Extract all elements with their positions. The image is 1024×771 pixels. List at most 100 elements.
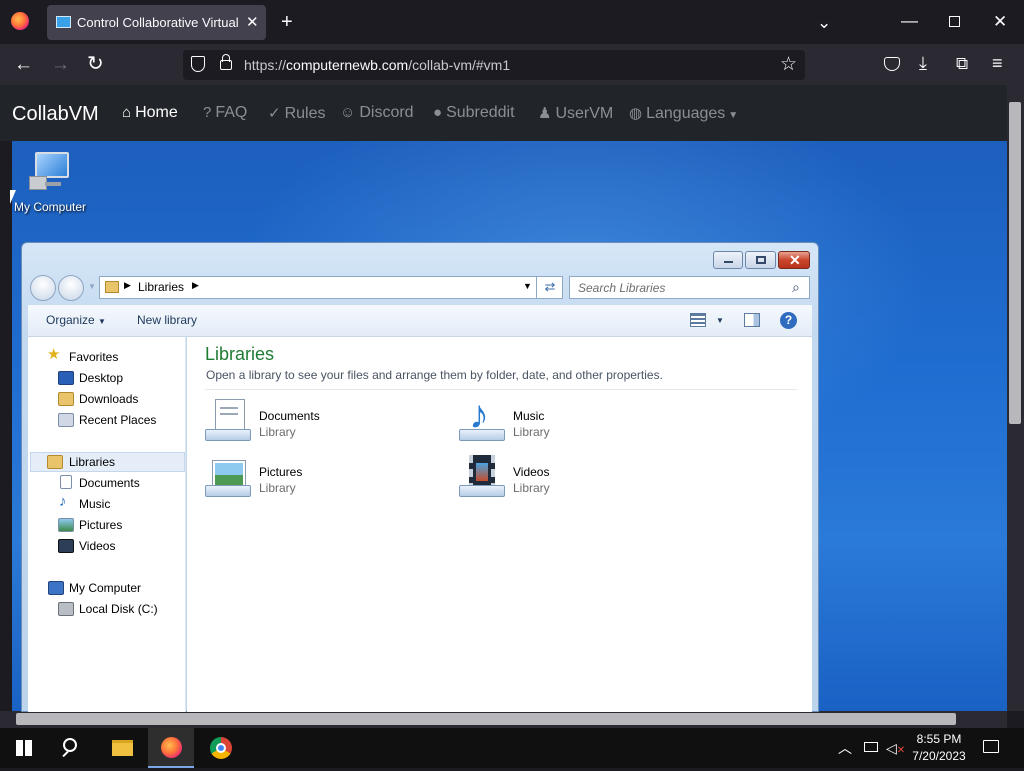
address-dropdown-icon[interactable]: ▼ (523, 281, 532, 291)
explorer-maximize-button[interactable] (745, 251, 776, 269)
recent-places-icon (58, 413, 74, 427)
documents-icon (60, 475, 72, 489)
network-icon[interactable] (862, 728, 880, 768)
browser-tab[interactable]: Control Collaborative Virtual M ✕ (47, 5, 266, 40)
explorer-minimize-button[interactable] (713, 251, 743, 269)
clock[interactable]: 8:55 PM 7/20/2023 (906, 728, 972, 768)
new-tab-icon[interactable]: + (281, 12, 293, 32)
change-view-icon[interactable] (690, 313, 706, 327)
nav-discord[interactable]: ☺ Discord (340, 104, 414, 122)
dropdown-caret-icon: ▼ (728, 110, 739, 121)
preview-pane-icon[interactable] (744, 313, 760, 327)
library-documents[interactable]: Documents Library (203, 397, 433, 447)
library-name: Videos (513, 465, 550, 479)
tracking-protection-icon[interactable] (191, 56, 205, 72)
globe-icon: ◍ (629, 105, 643, 122)
menu-icon[interactable]: ≡ (992, 54, 1003, 72)
chrome-center (216, 743, 226, 753)
horizontal-scroll-thumb[interactable] (16, 713, 956, 725)
music-note-icon: ♪ (59, 493, 67, 510)
start-button[interactable] (0, 728, 48, 768)
help-icon[interactable]: ? (780, 312, 797, 329)
library-music[interactable]: ♪ Music Library (457, 395, 687, 447)
nav-uservm[interactable]: ♟ UserVM (538, 104, 613, 123)
clipboard-icon: ✓ (268, 105, 281, 122)
organize-caret-icon: ▼ (98, 317, 106, 326)
tab-close-icon[interactable]: ✕ (246, 13, 259, 31)
nav-home[interactable]: ⌂ Home (122, 104, 178, 122)
library-pictures[interactable]: Pictures Library (203, 453, 433, 503)
url-text[interactable]: https://computernewb.com/collab-vm/#vm1 (244, 57, 510, 73)
library-videos[interactable]: Videos Library (457, 453, 687, 503)
content-divider (205, 389, 797, 390)
breadcrumb-libraries[interactable]: Libraries (138, 280, 184, 294)
desktop-icon-label[interactable]: My Computer (14, 200, 86, 214)
view-caret-icon[interactable]: ▼ (716, 316, 724, 325)
tab-list-chevron-icon[interactable]: ⌄ (817, 14, 831, 31)
collabvm-brand[interactable]: CollabVM (12, 103, 99, 126)
nav-subreddit-label: Subreddit (446, 104, 515, 121)
url-domain: computernewb.com (286, 57, 409, 73)
close-window-icon[interactable]: ✕ (993, 13, 1007, 30)
nav-subreddit[interactable]: ● Subreddit (433, 104, 515, 122)
extensions-icon[interactable]: ⧉ (956, 55, 968, 72)
volume-muted-icon[interactable]: ◁✕ (886, 728, 906, 768)
nav-pictures[interactable]: Pictures (79, 518, 122, 532)
back-nav-button[interactable] (30, 275, 56, 301)
nav-my-computer[interactable]: My Computer (69, 581, 141, 595)
close-icon: ✕ (789, 252, 801, 268)
minimize-window-icon[interactable]: — (901, 12, 918, 29)
bookmark-star-icon[interactable]: ☆ (780, 55, 797, 74)
firefox-taskbar-button[interactable] (148, 728, 194, 768)
library-content-pane: Libraries Open a library to see your fil… (187, 337, 812, 712)
nav-favorites[interactable]: Favorites (69, 350, 118, 364)
forward-nav-button[interactable] (58, 275, 84, 301)
reload-icon[interactable]: ↻ (87, 54, 104, 74)
search-input[interactable]: Search Libraries ⌕ (569, 276, 810, 299)
restore-window-icon[interactable] (949, 16, 960, 27)
search-taskbar-button[interactable] (50, 728, 94, 768)
show-hidden-icons-button[interactable]: ︿ (838, 728, 856, 768)
file-explorer-taskbar-button[interactable] (100, 728, 144, 768)
nav-downloads[interactable]: Downloads (79, 392, 138, 406)
clock-date: 7/20/2023 (912, 749, 966, 763)
refresh-icon[interactable]: ⇄ (536, 276, 563, 299)
my-computer-icon[interactable] (29, 152, 73, 192)
firefox-icon (161, 737, 182, 758)
tab-title: Control Collaborative Virtual M (77, 15, 241, 30)
nav-languages[interactable]: ◍ Languages ▼ (629, 104, 738, 123)
downloads-folder-icon (58, 392, 74, 406)
user-icon: ♟ (538, 105, 552, 122)
firefox-icon[interactable] (11, 12, 29, 30)
nav-rules[interactable]: ✓ Rules (268, 104, 325, 123)
nav-videos[interactable]: Videos (79, 539, 115, 553)
nav-recent-places[interactable]: Recent Places (79, 413, 156, 427)
nav-local-disk[interactable]: Local Disk (C:) (79, 602, 158, 616)
address-breadcrumb[interactable]: ▶ Libraries ▶ ▼ ⇄ (99, 276, 563, 299)
forward-icon[interactable]: → (51, 55, 70, 74)
mouse-cursor (10, 190, 16, 204)
clock-time: 8:55 PM (916, 732, 962, 746)
explorer-close-button[interactable]: ✕ (778, 251, 810, 269)
nav-desktop[interactable]: Desktop (79, 371, 123, 385)
notifications-button[interactable] (980, 728, 1004, 768)
new-library-button[interactable]: New library (137, 313, 197, 327)
chrome-taskbar-button[interactable] (198, 728, 244, 768)
music-library-icon: ♪ (459, 395, 505, 443)
page-scroll-thumb[interactable] (1009, 102, 1021, 424)
recent-pages-chevron-icon[interactable]: ▼ (88, 282, 96, 291)
folder-icon (112, 740, 133, 756)
navigation-pane: ★ Favorites Desktop Downloads Recent Pla… (28, 337, 186, 712)
search-handle (62, 750, 69, 758)
windows-logo-icon (16, 740, 32, 756)
nav-documents[interactable]: Documents (79, 476, 140, 490)
nav-libraries[interactable]: Libraries (69, 455, 115, 469)
organize-label: Organize (46, 313, 95, 327)
breadcrumb-arrow-icon: ▶ (192, 280, 199, 290)
nav-music[interactable]: Music (79, 497, 110, 511)
back-icon[interactable]: ← (14, 55, 33, 74)
pictures-icon (58, 518, 74, 532)
downloads-icon[interactable]: ⤓ (919, 54, 927, 72)
organize-button[interactable]: Organize ▼ (46, 313, 106, 327)
nav-faq[interactable]: ? FAQ (203, 104, 247, 122)
